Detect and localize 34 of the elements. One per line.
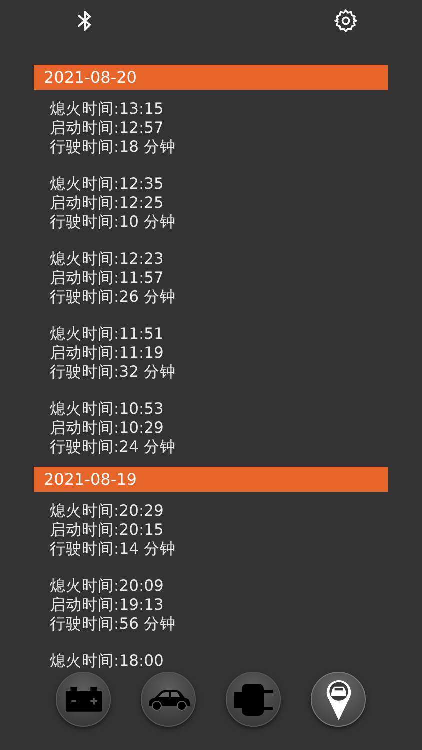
trip-time-text: 熄火时间:13:15 — [50, 100, 165, 119]
battery-button[interactable] — [56, 672, 111, 727]
date-header: 2021-08-19 — [34, 467, 388, 492]
trip-time-text: 启动时间:12:57 — [50, 119, 165, 138]
date-header: 2021-08-20 — [34, 65, 388, 90]
plug-icon — [234, 682, 274, 718]
plug-button[interactable] — [226, 672, 281, 727]
trip-time-text: 熄火时间:20:29 — [50, 502, 165, 521]
trip-time-text: 熄火时间:10:53 — [50, 400, 165, 419]
car-location-pin-icon — [324, 678, 352, 722]
trip-time-text: 行驶时间:32 分钟 — [50, 363, 177, 382]
trip-time-text: 行驶时间:18 分钟 — [50, 138, 177, 157]
trip-time-text: 启动时间:12:25 — [50, 194, 165, 213]
trip-time-text: 行驶时间:10 分钟 — [50, 213, 177, 232]
trip-time-text: 熄火时间:18:00 — [50, 652, 165, 668]
trip-time-text: 启动时间:20:15 — [50, 521, 165, 540]
trip-time-text: 行驶时间:26 分钟 — [50, 288, 177, 307]
trip-time-text: 行驶时间:14 分钟 — [50, 540, 177, 559]
trip-time-text: 启动时间:11:57 — [50, 269, 165, 288]
locate-button[interactable] — [311, 672, 366, 727]
bluetooth-icon[interactable] — [78, 10, 92, 32]
trip-time-text: 启动时间:10:29 — [50, 419, 165, 438]
settings-icon[interactable] — [334, 9, 358, 33]
trip-time-text: 熄火时间:20:09 — [50, 577, 165, 596]
battery-icon — [64, 687, 102, 712]
trip-time-text: 启动时间:19:13 — [50, 596, 165, 615]
trip-time-text: 启动时间:11:19 — [50, 344, 165, 363]
trip-time-text: 熄火时间:12:23 — [50, 250, 165, 269]
trip-time-text: 行驶时间:56 分钟 — [50, 615, 177, 634]
trip-time-text: 熄火时间:12:35 — [50, 175, 165, 194]
car-icon — [146, 688, 190, 710]
trip-time-text: 熄火时间:11:51 — [50, 325, 165, 344]
trip-time-text: 行驶时间:24 分钟 — [50, 438, 177, 457]
car-button[interactable] — [141, 672, 196, 727]
